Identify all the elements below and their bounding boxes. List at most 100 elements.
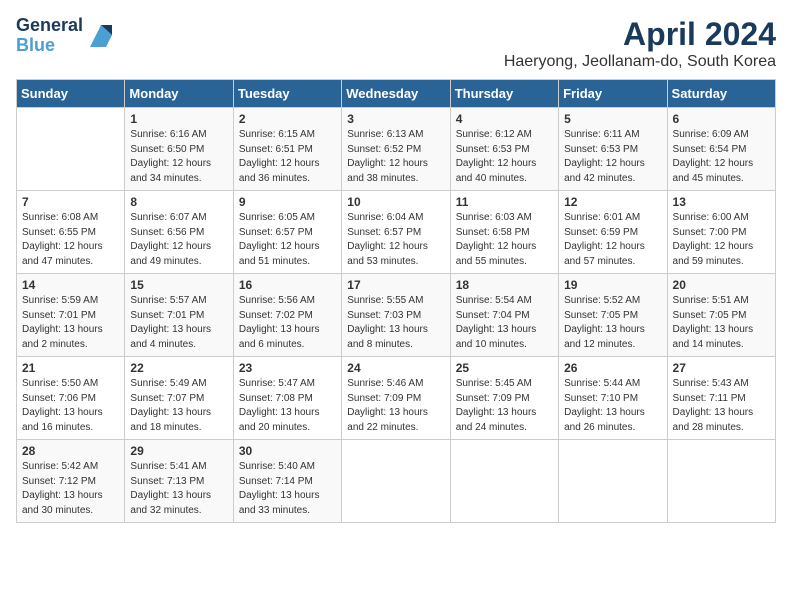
cell-content: Sunrise: 5:55 AM Sunset: 7:03 PM Dayligh… [347,294,444,352]
cell-content: Sunrise: 5:57 AM Sunset: 7:01 PM Dayligh… [130,294,227,352]
day-number: 18 [456,278,553,292]
location: Haeryong, Jeollanam-do, South Korea [504,53,776,71]
calendar-cell [559,440,667,523]
calendar-cell: 24 Sunrise: 5:46 AM Sunset: 7:09 PM Dayli… [342,357,450,440]
day-number: 10 [347,195,444,209]
cell-content: Sunrise: 6:01 AM Sunset: 6:59 PM Dayligh… [564,211,661,269]
day-header-wednesday: Wednesday [342,80,450,108]
week-row-1: 1 Sunrise: 6:16 AM Sunset: 6:50 PM Daylig… [17,108,776,191]
day-number: 7 [22,195,119,209]
day-number: 15 [130,278,227,292]
month-title: April 2024 [504,16,776,53]
calendar-cell: 1 Sunrise: 6:16 AM Sunset: 6:50 PM Daylig… [125,108,233,191]
cell-content: Sunrise: 6:15 AM Sunset: 6:51 PM Dayligh… [239,128,336,186]
day-number: 2 [239,112,336,126]
calendar-cell: 9Sunrise: 6:05 AM Sunset: 6:57 PM Daylig… [233,191,341,274]
calendar-cell [342,440,450,523]
day-header-tuesday: Tuesday [233,80,341,108]
cell-content: Sunrise: 5:45 AM Sunset: 7:09 PM Dayligh… [456,377,553,435]
cell-content: Sunrise: 6:05 AM Sunset: 6:57 PM Dayligh… [239,211,336,269]
week-row-3: 14 Sunrise: 5:59 AM Sunset: 7:01 PM Dayli… [17,274,776,357]
cell-content: Sunrise: 6:00 AM Sunset: 7:00 PM Dayligh… [673,211,770,269]
cell-content: Sunrise: 5:41 AM Sunset: 7:13 PM Dayligh… [130,460,227,518]
calendar-cell: 30Sunrise: 5:40 AM Sunset: 7:14 PM Dayli… [233,440,341,523]
day-number: 17 [347,278,444,292]
day-number: 19 [564,278,661,292]
calendar-cell: 18Sunrise: 5:54 AM Sunset: 7:04 PM Dayli… [450,274,558,357]
cell-content: Sunrise: 5:44 AM Sunset: 7:10 PM Dayligh… [564,377,661,435]
day-number: 23 [239,361,336,375]
day-number: 6 [673,112,770,126]
day-number: 25 [456,361,553,375]
cell-content: Sunrise: 5:47 AM Sunset: 7:08 PM Dayligh… [239,377,336,435]
calendar-cell: 25 Sunrise: 5:45 AM Sunset: 7:09 PM Dayli… [450,357,558,440]
calendar-cell: 3 Sunrise: 6:13 AM Sunset: 6:52 PM Daylig… [342,108,450,191]
calendar-cell: 15 Sunrise: 5:57 AM Sunset: 7:01 PM Dayli… [125,274,233,357]
logo-line1: General [16,15,83,35]
cell-content: Sunrise: 6:13 AM Sunset: 6:52 PM Dayligh… [347,128,444,186]
week-row-2: 7Sunrise: 6:08 AM Sunset: 6:55 PM Daylig… [17,191,776,274]
calendar-cell: 19 Sunrise: 5:52 AM Sunset: 7:05 PM Dayli… [559,274,667,357]
calendar-cell: 20 Sunrise: 5:51 AM Sunset: 7:05 PM Dayli… [667,274,775,357]
cell-content: Sunrise: 5:46 AM Sunset: 7:09 PM Dayligh… [347,377,444,435]
cell-content: Sunrise: 5:52 AM Sunset: 7:05 PM Dayligh… [564,294,661,352]
day-number: 20 [673,278,770,292]
cell-content: Sunrise: 5:42 AM Sunset: 7:12 PM Dayligh… [22,460,119,518]
calendar-body: 1 Sunrise: 6:16 AM Sunset: 6:50 PM Daylig… [17,108,776,523]
day-header-saturday: Saturday [667,80,775,108]
calendar-cell: 5Sunrise: 6:11 AM Sunset: 6:53 PM Daylig… [559,108,667,191]
cell-content: Sunrise: 6:07 AM Sunset: 6:56 PM Dayligh… [130,211,227,269]
calendar-cell [450,440,558,523]
cell-content: Sunrise: 5:59 AM Sunset: 7:01 PM Dayligh… [22,294,119,352]
day-number: 1 [130,112,227,126]
calendar-cell: 6 Sunrise: 6:09 AM Sunset: 6:54 PM Daylig… [667,108,775,191]
calendar-cell: 17 Sunrise: 5:55 AM Sunset: 7:03 PM Dayli… [342,274,450,357]
calendar-cell: 16 Sunrise: 5:56 AM Sunset: 7:02 PM Dayli… [233,274,341,357]
calendar-cell [667,440,775,523]
day-number: 26 [564,361,661,375]
cell-content: Sunrise: 6:09 AM Sunset: 6:54 PM Dayligh… [673,128,770,186]
day-number: 28 [22,444,119,458]
cell-content: Sunrise: 5:51 AM Sunset: 7:05 PM Dayligh… [673,294,770,352]
day-number: 29 [130,444,227,458]
calendar-table: SundayMondayTuesdayWednesdayThursdayFrid… [16,79,776,523]
calendar-cell: 7Sunrise: 6:08 AM Sunset: 6:55 PM Daylig… [17,191,125,274]
day-number: 4 [456,112,553,126]
day-number: 13 [673,195,770,209]
calendar-cell: 12 Sunrise: 6:01 AM Sunset: 6:59 PM Dayli… [559,191,667,274]
calendar-cell: 28 Sunrise: 5:42 AM Sunset: 7:12 PM Dayli… [17,440,125,523]
day-header-friday: Friday [559,80,667,108]
calendar-header-row: SundayMondayTuesdayWednesdayThursdayFrid… [17,80,776,108]
cell-content: Sunrise: 5:50 AM Sunset: 7:06 PM Dayligh… [22,377,119,435]
cell-content: Sunrise: 5:43 AM Sunset: 7:11 PM Dayligh… [673,377,770,435]
day-number: 16 [239,278,336,292]
calendar-cell: 29 Sunrise: 5:41 AM Sunset: 7:13 PM Dayli… [125,440,233,523]
logo: General Blue [16,16,116,56]
day-number: 30 [239,444,336,458]
day-number: 8 [130,195,227,209]
day-header-sunday: Sunday [17,80,125,108]
day-number: 5 [564,112,661,126]
day-number: 27 [673,361,770,375]
calendar-cell: 22Sunrise: 5:49 AM Sunset: 7:07 PM Dayli… [125,357,233,440]
logo-icon [86,21,116,51]
calendar-cell: 26 Sunrise: 5:44 AM Sunset: 7:10 PM Dayli… [559,357,667,440]
calendar-cell [17,108,125,191]
day-number: 24 [347,361,444,375]
calendar-cell: 27 Sunrise: 5:43 AM Sunset: 7:11 PM Dayli… [667,357,775,440]
cell-content: Sunrise: 5:56 AM Sunset: 7:02 PM Dayligh… [239,294,336,352]
day-number: 3 [347,112,444,126]
day-number: 14 [22,278,119,292]
calendar-cell: 14 Sunrise: 5:59 AM Sunset: 7:01 PM Dayli… [17,274,125,357]
calendar-cell: 23 Sunrise: 5:47 AM Sunset: 7:08 PM Dayli… [233,357,341,440]
day-number: 12 [564,195,661,209]
logo-line2: Blue [16,35,55,55]
page-header: General Blue April 2024 Haeryong, Jeolla… [16,16,776,71]
calendar-cell: 2 Sunrise: 6:15 AM Sunset: 6:51 PM Daylig… [233,108,341,191]
calendar-cell: 11Sunrise: 6:03 AM Sunset: 6:58 PM Dayli… [450,191,558,274]
calendar-cell: 10Sunrise: 6:04 AM Sunset: 6:57 PM Dayli… [342,191,450,274]
cell-content: Sunrise: 6:16 AM Sunset: 6:50 PM Dayligh… [130,128,227,186]
day-header-thursday: Thursday [450,80,558,108]
title-block: April 2024 Haeryong, Jeollanam-do, South… [504,16,776,71]
week-row-5: 28 Sunrise: 5:42 AM Sunset: 7:12 PM Dayli… [17,440,776,523]
